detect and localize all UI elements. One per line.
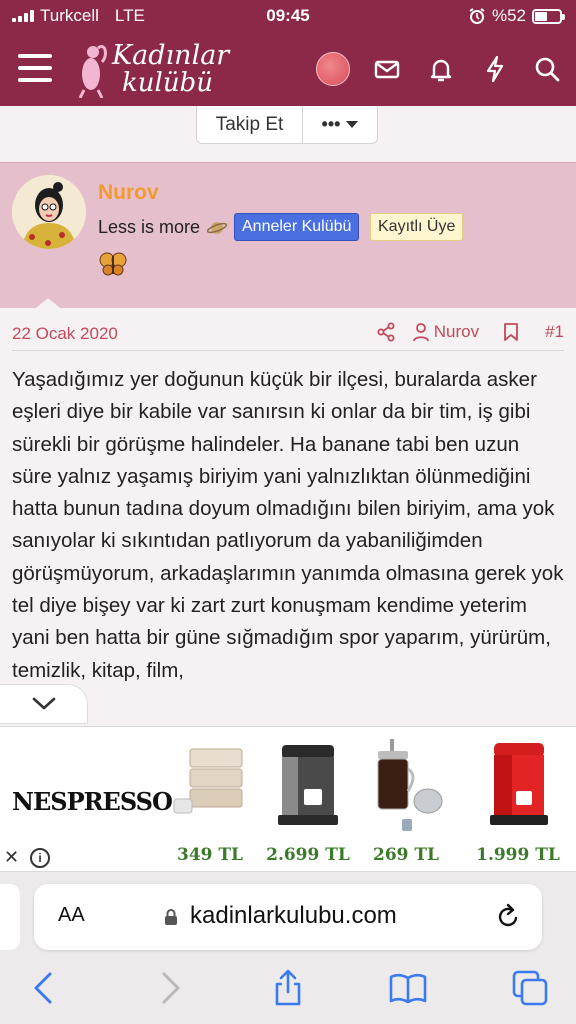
more-options-button[interactable]: ••• <box>303 106 377 143</box>
post-body: Yaşadığımız yer doğunun küçük bir ilçesi… <box>12 368 564 682</box>
follow-bar: Takip Et ••• <box>0 106 576 162</box>
previous-tab-stub[interactable] <box>0 884 20 950</box>
search-icon[interactable] <box>532 54 562 84</box>
ad-product-1[interactable]: 349 TL <box>160 735 260 865</box>
url-text[interactable]: kadinlarkulubu.com <box>190 902 397 930</box>
caret-down-icon <box>346 121 359 128</box>
chevron-down-icon <box>32 697 55 710</box>
bell-icon[interactable] <box>426 54 456 84</box>
post-actions: Nurov #1 <box>376 322 564 342</box>
share-icon[interactable] <box>376 322 396 342</box>
coffee-machine-icon <box>278 745 338 825</box>
share-sheet-icon <box>275 969 301 1006</box>
post-author: Nurov <box>433 322 480 341</box>
status-bar: Turkcell LTE 09:45 %52 <box>0 0 576 32</box>
chevron-left-icon <box>34 972 52 1004</box>
ad-banner[interactable]: NESPRESSO ✕ i 349 TL 2.699 TL 269 TL 1.9… <box>0 726 576 872</box>
forward-button[interactable] <box>150 968 190 1008</box>
battery-percent: %52 <box>491 6 526 25</box>
logo-text-line1: Kadınlar <box>112 40 230 71</box>
logo-mark-icon <box>78 45 107 98</box>
ad-product-2[interactable]: 2.699 TL <box>258 735 358 865</box>
post-divider <box>12 350 564 351</box>
text-size-button[interactable]: AA <box>58 904 85 927</box>
site-logo[interactable]: Kadınlar kulübü <box>78 38 230 100</box>
bookmark-icon[interactable] <box>503 322 519 342</box>
avatar[interactable] <box>316 52 350 86</box>
tabs-icon <box>512 970 548 1006</box>
info-icon[interactable]: i <box>30 848 50 868</box>
lock-icon <box>165 909 177 925</box>
mail-icon[interactable] <box>372 54 402 84</box>
post-date[interactable]: 22 Ocak 2020 <box>12 324 118 344</box>
post-number[interactable]: #1 <box>545 322 564 342</box>
bolt-icon[interactable] <box>480 54 510 84</box>
user-title: Less is more <box>98 217 201 237</box>
post-meta: 22 Ocak 2020 Nurov #1 <box>0 308 576 352</box>
follow-button-group: Takip Et ••• <box>196 106 378 144</box>
text-size-label: AA <box>58 904 85 926</box>
logo-text-line2: kulübü <box>122 68 213 98</box>
capsule-box-icon <box>173 748 243 814</box>
bookmarks-button[interactable] <box>388 968 428 1008</box>
app-header: Kadınlar kulübü <box>0 32 576 106</box>
french-press-icon <box>377 739 443 831</box>
follow-button[interactable]: Takip Et <box>197 106 303 143</box>
ad-price: 1.999 TL <box>476 845 560 865</box>
browser-toolbar: AA kadinlarkulubu.com <box>0 872 576 1024</box>
post-author-link[interactable]: Nurov <box>412 322 479 342</box>
user-avatar-illustration-icon <box>12 175 86 249</box>
more-label: ••• <box>321 114 341 134</box>
badge-anneler-kulubu: Anneler Kulübü <box>234 213 360 241</box>
book-icon <box>389 973 427 1004</box>
battery-icon <box>532 8 565 24</box>
user-title-row: Less is more <box>98 217 228 238</box>
chevron-right-icon <box>162 972 180 1004</box>
planet-icon <box>206 221 228 234</box>
status-right: %52 <box>468 6 565 26</box>
user-card: Nurov Less is more Anneler Kulübü Kayıtl… <box>0 162 576 308</box>
ad-product-4[interactable]: 1.999 TL <box>468 735 568 865</box>
alarm-icon <box>469 8 485 24</box>
butterfly-icon <box>99 252 127 276</box>
tabs-button[interactable] <box>510 968 550 1008</box>
user-card-pointer <box>36 298 60 308</box>
badge-kayitli-uye: Kayıtlı Üye <box>370 213 464 241</box>
username[interactable]: Nurov <box>98 181 159 205</box>
ad-product-3[interactable]: 269 TL <box>356 735 456 865</box>
reload-icon[interactable] <box>494 902 522 932</box>
close-icon[interactable]: ✕ <box>4 847 19 868</box>
browser-nav <box>0 968 576 1012</box>
user-icon <box>412 323 429 342</box>
ad-brand[interactable]: NESPRESSO <box>12 787 173 816</box>
ad-price: 2.699 TL <box>266 845 350 865</box>
user-avatar[interactable] <box>12 175 86 249</box>
menu-icon[interactable] <box>18 54 52 82</box>
red-coffee-machine-icon <box>490 743 548 825</box>
back-button[interactable] <box>24 968 64 1008</box>
ad-price: 349 TL <box>176 845 243 865</box>
share-button[interactable] <box>268 968 308 1008</box>
address-bar[interactable]: AA kadinlarkulubu.com <box>34 884 542 950</box>
ad-price: 269 TL <box>372 845 439 865</box>
collapse-ad-button[interactable] <box>0 684 88 724</box>
